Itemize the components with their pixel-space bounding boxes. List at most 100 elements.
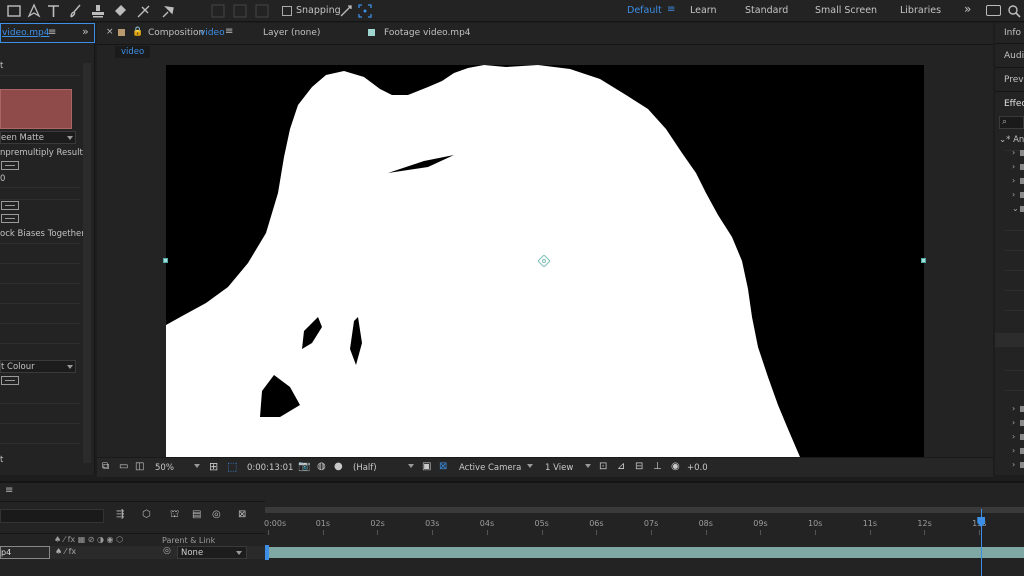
selected-preset-row[interactable] <box>995 333 1024 347</box>
search-icon[interactable] <box>1006 3 1022 19</box>
workspace-small-screen[interactable]: Small Screen <box>815 5 877 16</box>
tab-menu-icon[interactable]: ≡ <box>225 26 233 37</box>
work-area-bar[interactable] <box>265 507 1024 513</box>
workspace-standard[interactable]: Standard <box>745 5 788 16</box>
type-tool-icon[interactable] <box>46 3 62 19</box>
exposure-value[interactable]: +0.0 <box>687 463 708 473</box>
view-dropdown[interactable]: een Matte <box>0 131 76 144</box>
link-keyframe-icon-3[interactable] <box>1 214 19 223</box>
timeline-menu-icon[interactable]: ≡ <box>5 485 13 496</box>
link-keyframe-icon-2[interactable] <box>1 201 19 210</box>
effect-controls-tab[interactable]: video.mp4 <box>2 28 50 38</box>
transparency-grid-icon[interactable]: ▣ <box>422 461 431 472</box>
composition-mini-flowchart-icon[interactable]: ⇶ <box>116 509 124 520</box>
effect-controls-scrollbar[interactable] <box>83 63 91 463</box>
zoom-level[interactable]: 50% <box>155 463 174 473</box>
chevron-right-icon[interactable]: › <box>1012 404 1015 413</box>
parent-dropdown[interactable]: None <box>177 546 247 559</box>
always-preview-icon[interactable]: ⧉ <box>102 461 109 472</box>
chevron-right-icon[interactable]: › <box>1012 190 1015 199</box>
view-axis-icon[interactable] <box>254 3 270 19</box>
local-axis-icon[interactable] <box>210 3 226 19</box>
chevron-right-icon[interactable]: › <box>1012 446 1015 455</box>
workspace-libraries[interactable]: Libraries <box>900 5 941 16</box>
colour-dropdown[interactable]: t Colour <box>0 360 76 373</box>
chevron-down-icon[interactable]: ⌄ <box>1012 204 1019 213</box>
search-help-icon[interactable] <box>986 5 1001 16</box>
effects-search-input[interactable]: ⌕ <box>999 116 1024 129</box>
key-colour-swatch[interactable] <box>0 89 72 129</box>
brush-tool-icon[interactable] <box>68 3 84 19</box>
link-keyframe-icon-4[interactable] <box>1 376 19 385</box>
snap-target-icon[interactable] <box>357 3 373 19</box>
timeline-search-input[interactable] <box>0 509 104 523</box>
region-of-interest-icon[interactable]: ⬚ <box>227 460 237 473</box>
snapshot-camera-icon[interactable]: 📷 <box>298 461 310 472</box>
draft-3d-icon[interactable]: ⬡ <box>142 509 151 520</box>
chevron-right-icon[interactable]: › <box>1012 418 1015 427</box>
layer-switches[interactable]: ♠ ⁄ fx <box>55 547 76 556</box>
chevron-right-icon[interactable]: › <box>1012 162 1015 171</box>
hide-shy-layers-icon[interactable]: ⛫ <box>170 509 179 522</box>
motion-blur-icon[interactable]: ◎ <box>212 509 221 520</box>
animation-presets-tree[interactable]: ⌄* An <box>999 135 1024 145</box>
tab-footage[interactable]: Footage video.mp4 <box>384 28 471 38</box>
snapping-checkbox[interactable] <box>282 6 292 16</box>
tab-composition-prefix[interactable]: Composition <box>148 28 204 38</box>
fit-icon[interactable]: ⊞ <box>209 460 218 473</box>
panel-menu-icon[interactable]: ≡ <box>48 27 56 38</box>
breadcrumb-video[interactable]: video <box>115 46 151 58</box>
clone-stamp-tool-icon[interactable] <box>90 3 106 19</box>
current-timecode[interactable]: 0:00:13:01 <box>247 463 293 473</box>
roto-brush-tool-icon[interactable] <box>136 3 152 19</box>
more-workspaces-icon[interactable]: » <box>964 2 971 16</box>
chevron-right-icon[interactable]: › <box>1012 432 1015 441</box>
timeline-icon[interactable]: ⊟ <box>635 461 643 472</box>
puppet-pin-tool-icon[interactable] <box>160 3 176 19</box>
toggle-mask-icon[interactable]: ⊠ <box>439 461 447 472</box>
frame-blending-icon[interactable]: ▤ <box>192 509 201 520</box>
layer-handle-left[interactable] <box>163 258 168 263</box>
close-tab-icon[interactable]: × <box>106 27 114 37</box>
workspace-learn[interactable]: Learn <box>690 5 717 16</box>
composition-canvas[interactable] <box>166 65 924 457</box>
chevron-right-icon[interactable]: › <box>1012 460 1015 469</box>
layer-handle-right[interactable] <box>921 258 926 263</box>
workspace-menu-icon[interactable]: ≡ <box>667 4 675 15</box>
layer-row[interactable]: p4 ♠ ⁄ fx ◎ None <box>0 546 265 559</box>
pickwhip-icon[interactable]: ◎ <box>163 546 171 556</box>
layer-duration-bar[interactable] <box>269 547 1024 558</box>
link-keyframe-icon[interactable] <box>1 161 19 170</box>
exposure-icon[interactable]: ◉ <box>671 461 680 472</box>
graph-editor-icon[interactable]: ⊠ <box>238 509 246 520</box>
effects-presets-panel-tab[interactable]: Effec <box>1004 99 1024 109</box>
snap-feather-icon[interactable] <box>338 3 354 19</box>
effect-header-item[interactable]: t <box>0 61 3 71</box>
audio-panel-tab[interactable]: Audio <box>1004 51 1024 61</box>
world-axis-icon[interactable] <box>232 3 248 19</box>
monitor-icon[interactable]: ▭ <box>119 461 128 472</box>
anchor-point-icon[interactable] <box>537 254 551 268</box>
channel-rgb-icon[interactable]: ● <box>334 461 343 472</box>
preview-panel-tab[interactable]: Previ <box>1004 75 1024 85</box>
info-panel-tab[interactable]: Info <box>1004 28 1021 38</box>
eraser-tool-icon[interactable] <box>112 3 128 19</box>
effect-footer-item[interactable]: t <box>0 455 3 465</box>
chevron-right-icon[interactable]: › <box>1012 176 1015 185</box>
show-snapshot-icon[interactable]: ◍ <box>317 461 326 472</box>
toggle-pixel-aspect-icon[interactable]: ⊡ <box>599 461 607 472</box>
tab-layer[interactable]: Layer (none) <box>263 28 320 38</box>
workspace-default[interactable]: Default <box>627 5 662 16</box>
view-layout-dropdown[interactable]: 1 View <box>545 463 573 473</box>
lock-icon[interactable]: 🔒 <box>132 27 143 37</box>
pen-tool-icon[interactable] <box>26 3 42 19</box>
rectangle-tool-icon[interactable] <box>6 3 22 19</box>
panel-overflow-icon[interactable]: » <box>82 25 89 38</box>
flowchart-icon[interactable]: ⊥ <box>653 461 662 472</box>
small-value[interactable]: 0 <box>0 174 5 184</box>
camera-dropdown[interactable]: Active Camera <box>459 463 521 473</box>
fast-previews-icon[interactable]: ⊿ <box>617 461 625 472</box>
resolution-dropdown[interactable]: (Half) <box>353 463 377 473</box>
chevron-right-icon[interactable]: › <box>1012 148 1015 157</box>
layer-in-point[interactable] <box>265 545 269 560</box>
